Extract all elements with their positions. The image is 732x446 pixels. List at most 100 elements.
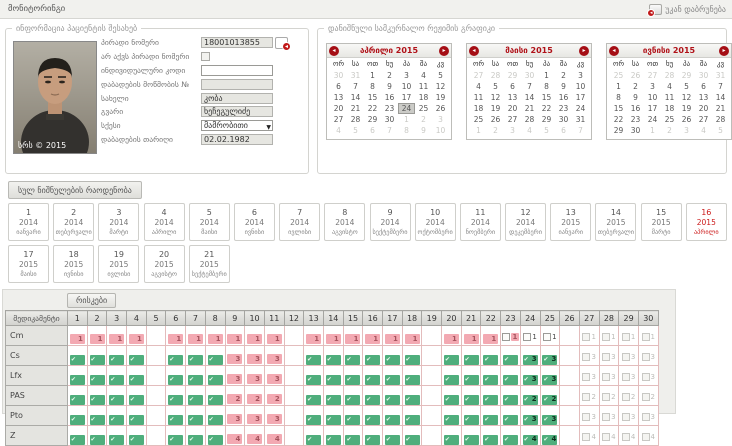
calendar-day[interactable]: 30 [521,70,538,81]
dose-cell[interactable]: 1 [638,326,658,346]
field-input[interactable] [201,65,273,76]
dose-cell[interactable]: ✔ [87,426,107,446]
dose-cell[interactable]: 1 [540,326,560,346]
dose-cell[interactable]: ✔ [383,426,403,446]
dose-cell[interactable]: 3 [264,366,284,386]
calendar-day[interactable]: 10 [398,81,415,92]
dose-cell[interactable]: ✔ [461,386,481,406]
calendar-day[interactable]: 2 [661,125,678,136]
dose-missed-badge[interactable]: 1 [90,334,105,344]
calendar-day[interactable]: 2 [487,125,504,136]
dose-cell[interactable]: 1 [87,326,107,346]
dose-taken-icon[interactable]: ✔ [90,415,105,425]
dose-cell[interactable]: 1 [599,326,619,346]
dose-checkbox[interactable] [543,333,551,341]
calendar-day[interactable]: 8 [538,81,555,92]
calendar-day[interactable]: 7 [712,81,729,92]
dose-cell[interactable]: ✔ [205,426,225,446]
dose-cell[interactable]: ✔ [343,366,363,386]
dose-cell[interactable]: 1 [520,326,540,346]
dose-taken-icon[interactable]: ✔ [345,355,360,365]
dose-cell[interactable]: 2 [638,386,658,406]
dose-cell[interactable]: ✔ [481,366,501,386]
dose-cell[interactable]: ✔ [68,386,88,406]
dose-cell[interactable]: 1 [481,326,501,346]
dose-taken-icon[interactable]: ✔ [365,395,380,405]
calendar-day[interactable]: 29 [364,114,381,125]
dose-taken-icon[interactable]: ✔ [70,395,85,405]
calendar-day[interactable]: 1 [644,125,661,136]
dose-taken-icon[interactable]: ✔ [168,435,183,445]
calendar-prev-button[interactable]: ◂ [469,46,479,56]
calendar-day[interactable]: 5 [347,125,364,136]
dose-cell[interactable]: ✔ [481,386,501,406]
dose-taken-icon[interactable]: ✔3 [523,415,538,425]
month-box[interactable]: 132015იანვარი [550,203,591,241]
month-box[interactable]: 32014მარტი [98,203,139,241]
calendar-day[interactable]: 2 [555,70,572,81]
dose-taken-icon[interactable]: ✔ [306,395,321,405]
dose-cell[interactable]: 3 [245,346,265,366]
dose-missed-badge[interactable]: 3 [227,374,242,384]
dose-taken-icon[interactable]: ✔ [188,435,203,445]
dose-cell[interactable]: ✔ [107,426,127,446]
dose-missed-badge[interactable]: 1 [345,334,360,344]
month-box[interactable]: 152015მარტი [641,203,682,241]
month-box[interactable]: 122014დეკემბერი [505,203,546,241]
dose-cell[interactable]: 4 [264,426,284,446]
calendar-day[interactable]: 27 [470,70,487,81]
dose-cell[interactable]: 3 [225,366,245,386]
calendar-day[interactable]: 6 [364,125,381,136]
calendar-day[interactable]: 24 [644,114,661,125]
calendar-day[interactable]: 26 [678,114,695,125]
dose-cell[interactable]: 1 [579,326,599,346]
dose-cell[interactable]: 2 [264,386,284,406]
calendar-day[interactable]: 1 [610,81,627,92]
calendar-day[interactable]: 10 [432,125,449,136]
dose-taken-icon[interactable]: ✔ [70,415,85,425]
dose-taken-icon[interactable]: ✔ [168,375,183,385]
dose-taken-icon[interactable]: ✔ [385,415,400,425]
dose-cell[interactable]: ✔ [205,366,225,386]
dose-checkbox[interactable] [523,333,531,341]
dose-cell[interactable]: ✔ [323,366,343,386]
dose-cell[interactable]: ✔3 [540,346,560,366]
dose-cell[interactable]: 1 [402,326,422,346]
dose-cell[interactable]: ✔ [363,366,383,386]
calendar-day[interactable]: 8 [610,92,627,103]
dose-missed-badge[interactable]: 1 [267,334,282,344]
calendar-day[interactable]: 2 [415,114,432,125]
dose-taken-icon[interactable]: ✔ [326,375,341,385]
calendar-day[interactable]: 4 [695,125,712,136]
dose-cell[interactable]: 4 [579,426,599,446]
calendar-day[interactable]: 26 [487,114,504,125]
calendar-day[interactable]: 14 [712,92,729,103]
calendar-day[interactable]: 16 [555,92,572,103]
dose-cell[interactable]: ✔ [127,426,147,446]
calendar-day[interactable]: 4 [415,70,432,81]
dose-taken-icon[interactable]: ✔ [90,435,105,445]
calendar-day[interactable]: 11 [415,81,432,92]
month-box[interactable]: 162015აპრილი [686,203,727,241]
dose-cell[interactable]: ✔ [442,386,462,406]
dose-cell[interactable]: ✔ [343,386,363,406]
dose-missed-badge[interactable]: 2 [267,394,282,404]
dose-cell[interactable]: ✔ [323,386,343,406]
dose-taken-icon[interactable]: ✔2 [523,395,538,405]
dose-taken-icon[interactable]: ✔ [405,395,420,405]
calendar-prev-button[interactable]: ◂ [609,46,619,56]
calendar-day[interactable]: 30 [627,125,644,136]
dose-taken-icon[interactable]: ✔ [464,355,479,365]
calendar-day[interactable]: 6 [555,125,572,136]
dose-cell[interactable]: ✔ [186,426,206,446]
dose-cell[interactable]: ✔ [402,366,422,386]
calendar-day[interactable]: 13 [695,92,712,103]
dose-cell[interactable]: 1 [245,326,265,346]
dose-cell[interactable]: 1 [127,326,147,346]
dose-cell[interactable]: 1 [383,326,403,346]
calendar-day[interactable]: 21 [347,103,364,114]
dose-missed-badge[interactable]: 3 [267,374,282,384]
month-box[interactable]: 22014თებერვალი [53,203,94,241]
field-input[interactable]: 02.02.1982 [201,134,273,145]
dose-taken-icon[interactable]: ✔ [345,415,360,425]
